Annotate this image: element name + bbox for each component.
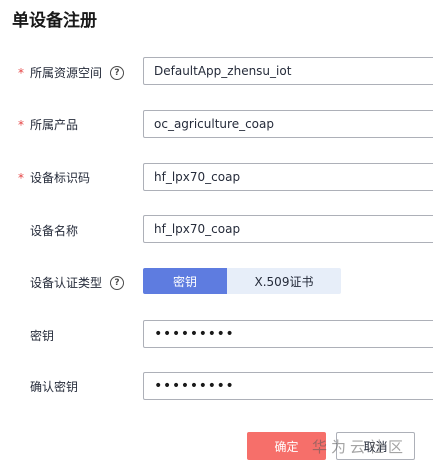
cancel-button[interactable]: 取消: [336, 432, 415, 460]
help-icon[interactable]: ?: [110, 66, 125, 80]
product-select[interactable]: oc_agriculture_coap: [143, 110, 433, 138]
required-marker: *: [18, 66, 24, 80]
auth-type-x509-option[interactable]: X.509证书: [227, 268, 341, 294]
page-title: 单设备注册: [12, 11, 97, 31]
product-label-row: * 所属产品: [18, 115, 78, 135]
confirm-secret-label: 确认密钥: [30, 380, 79, 394]
resource-space-label: 所属资源空间: [30, 66, 103, 80]
confirm-secret-label-row: 确认密钥: [18, 377, 78, 397]
node-id-label: 设备标识码: [30, 171, 91, 185]
auth-type-secret-option[interactable]: 密钥: [143, 268, 227, 294]
secret-label-row: 密钥: [18, 326, 54, 346]
device-name-input[interactable]: hf_lpx70_coap: [143, 215, 433, 243]
confirm-button[interactable]: 确定: [247, 432, 326, 460]
secret-input[interactable]: •••••••••: [143, 320, 433, 348]
resource-space-label-row: * 所属资源空间 ?: [18, 63, 125, 83]
secret-label: 密钥: [30, 329, 55, 343]
node-id-label-row: * 设备标识码: [18, 168, 90, 188]
resource-space-select[interactable]: DefaultApp_zhensu_iot: [143, 57, 433, 85]
required-marker: *: [18, 171, 24, 185]
required-marker: *: [18, 118, 24, 132]
confirm-secret-input[interactable]: •••••••••: [143, 372, 433, 400]
device-name-label: 设备名称: [30, 224, 79, 238]
product-label: 所属产品: [30, 118, 79, 132]
help-icon[interactable]: ?: [110, 276, 125, 290]
auth-type-label: 设备认证类型: [30, 276, 103, 290]
device-name-label-row: 设备名称: [18, 221, 78, 241]
node-id-input[interactable]: hf_lpx70_coap: [143, 163, 433, 191]
auth-type-label-row: 设备认证类型 ?: [18, 273, 125, 293]
